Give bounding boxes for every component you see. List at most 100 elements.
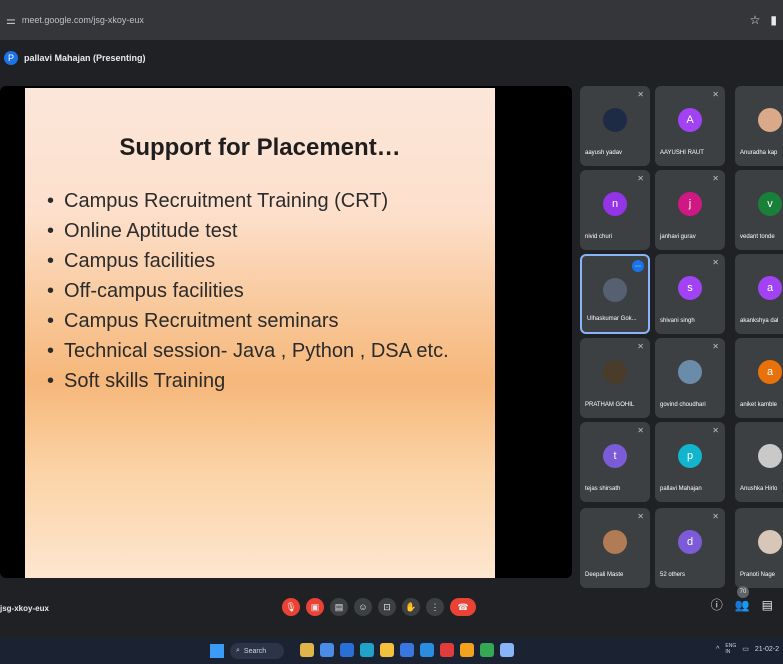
mail-app-icon[interactable]	[420, 643, 434, 657]
participant-tile[interactable]: ✕Anushka Hirlo	[735, 422, 783, 502]
participant-tile[interactable]: ✕ Deepali Maste	[580, 508, 650, 588]
chat-app-icon[interactable]	[340, 643, 354, 657]
present-button[interactable]: ⊡	[378, 598, 396, 616]
participant-tile[interactable]: ✕ govind choudhari	[655, 338, 725, 418]
bookmark-star-icon[interactable]: ☆	[750, 13, 761, 27]
system-tray: ^ ENG IN ▭ 21-02-2	[716, 643, 779, 655]
leave-call-button[interactable]: ☎	[450, 598, 476, 616]
participant-avatar: t	[603, 444, 627, 468]
participant-tile[interactable]: ✕ p pallavi Mahajan	[655, 422, 725, 502]
participant-name: govind choudhari	[660, 402, 706, 408]
participant-avatar: A	[678, 108, 702, 132]
windows-taskbar: ⌕ Search ^ ENG IN ▭ 21-02-2	[0, 638, 783, 664]
participant-tile[interactable]: ⋯ Ulhaskumar Gok...	[580, 254, 650, 334]
taskbar-search[interactable]: ⌕ Search	[230, 643, 284, 659]
browser-address-bar[interactable]: ⚌ meet.google.com/jsg-xkoy-eux ☆ ▮	[0, 0, 783, 40]
edge-browser-icon[interactable]	[360, 643, 374, 657]
participant-avatar: s	[678, 276, 702, 300]
participant-name: pallavi Mahajan	[660, 486, 702, 492]
tile-options-icon[interactable]: ⋯	[632, 260, 644, 272]
slide-bullets: Campus Recruitment Training (CRT) Online…	[47, 186, 449, 396]
participant-avatar	[603, 278, 627, 302]
participant-tile[interactable]: ✕ A AAYUSHI RAUT	[655, 86, 725, 166]
participant-avatar: n	[603, 192, 627, 216]
participant-name: tejas shirsath	[585, 486, 621, 492]
participant-avatar	[758, 530, 782, 554]
participant-name: Deepali Maste	[585, 572, 624, 578]
meeting-code: jsg-xkoy-eux	[0, 604, 49, 613]
opera-browser-icon[interactable]	[440, 643, 454, 657]
chrome-browser-icon[interactable]	[480, 643, 494, 657]
participant-tile[interactable]: ✕Pranoti Nage	[735, 508, 783, 588]
presenting-banner: P pallavi Mahajan (Presenting)	[0, 46, 146, 70]
muted-mic-icon: ✕	[712, 512, 719, 521]
info-icon[interactable]: ⓘ	[711, 596, 723, 613]
participant-name: nivid churi	[585, 234, 613, 240]
camera-toggle-button[interactable]: ▣	[306, 598, 324, 616]
side-panel-icon[interactable]: ▮	[770, 13, 777, 27]
tray-chevron-icon[interactable]: ^	[716, 646, 719, 653]
app-icon[interactable]	[500, 643, 514, 657]
participant-tile[interactable]: ✕aaniket kamble	[735, 338, 783, 418]
widgets-app-icon[interactable]	[300, 643, 314, 657]
emoji-button[interactable]: ☺	[354, 598, 372, 616]
captions-button[interactable]: ▤	[330, 598, 348, 616]
taskbar-search-label: Search	[243, 647, 267, 655]
participant-tile[interactable]: ✕ t tejas shirsath	[580, 422, 650, 502]
app-icon[interactable]	[460, 643, 474, 657]
participant-name: Ulhaskumar Gok...	[587, 316, 637, 322]
participant-name: Pranoti Nage	[740, 572, 776, 578]
raise-hand-button[interactable]: ✋	[402, 598, 420, 616]
participant-name: janhavi gurav	[660, 234, 696, 240]
more-options-button[interactable]: ⋮	[426, 598, 444, 616]
muted-mic-icon: ✕	[637, 426, 644, 435]
language-indicator[interactable]: ENG IN	[725, 643, 736, 655]
participant-avatar: v	[758, 192, 782, 216]
participant-tile[interactable]: ✕ PRATHAM GOHIL	[580, 338, 650, 418]
participant-tile[interactable]: ✕ s shivani singh	[655, 254, 725, 334]
muted-mic-icon: ✕	[712, 90, 719, 99]
search-icon: ⌕	[236, 647, 240, 654]
participant-avatar: a	[758, 276, 782, 300]
start-button-icon[interactable]	[210, 644, 224, 658]
participant-tile[interactable]: ✕ n nivid churi	[580, 170, 650, 250]
participant-tile[interactable]: ✕vvedant tonde	[735, 170, 783, 250]
muted-mic-icon: ✕	[637, 512, 644, 521]
participant-avatar: p	[678, 444, 702, 468]
participant-tile[interactable]: ✕aakankshya dal	[735, 254, 783, 334]
muted-mic-icon: ✕	[712, 258, 719, 267]
mic-toggle-button[interactable]: 🎙	[282, 598, 300, 616]
network-icon[interactable]: ▭	[742, 645, 749, 653]
participant-name: PRATHAM GOHIL	[585, 402, 635, 408]
participant-tile[interactable]: ✕ j janhavi gurav	[655, 170, 725, 250]
site-info-icon[interactable]: ⚌	[6, 14, 16, 27]
bullet-item: Technical session- Java , Python , DSA e…	[47, 336, 449, 366]
participant-tile[interactable]: ✕ aayush yadav	[580, 86, 650, 166]
call-controls-bar: jsg-xkoy-eux 🎙 ▣ ▤ ☺ ⊡ ✋ ⋮ ☎ 70 ⓘ 👥 ▤	[0, 586, 783, 630]
muted-mic-icon: ✕	[637, 342, 644, 351]
participant-avatar	[678, 360, 702, 384]
participant-tile[interactable]: ✕ d 52 others	[655, 508, 725, 588]
bullet-item: Online Aptitude test	[47, 216, 449, 246]
participant-name: aayush yadav	[585, 150, 623, 156]
task-view-icon[interactable]	[320, 643, 334, 657]
participant-name: akankshya dal	[740, 318, 779, 324]
participant-name: AAYUSHI RAUT	[660, 150, 704, 156]
chat-icon[interactable]: ▤	[762, 598, 773, 612]
bullet-item: Off-campus facilities	[47, 276, 449, 306]
participant-tile[interactable]: ✕Anuradha kap	[735, 86, 783, 166]
file-explorer-icon[interactable]	[380, 643, 394, 657]
taskbar-apps	[300, 643, 514, 657]
presenter-avatar: P	[4, 51, 18, 65]
participant-avatar	[603, 360, 627, 384]
people-icon[interactable]: 👥	[735, 598, 750, 612]
bullet-item: Campus Recruitment Training (CRT)	[47, 186, 449, 216]
url-text[interactable]: meet.google.com/jsg-xkoy-eux	[22, 15, 144, 25]
presenter-label: pallavi Mahajan (Presenting)	[24, 53, 146, 63]
store-app-icon[interactable]	[400, 643, 414, 657]
bullet-item: Campus facilities	[47, 246, 449, 276]
participant-avatar	[758, 108, 782, 132]
clock[interactable]: 21-02-2	[755, 646, 779, 653]
slide-title: Support for Placement…	[119, 134, 401, 161]
muted-mic-icon: ✕	[712, 426, 719, 435]
